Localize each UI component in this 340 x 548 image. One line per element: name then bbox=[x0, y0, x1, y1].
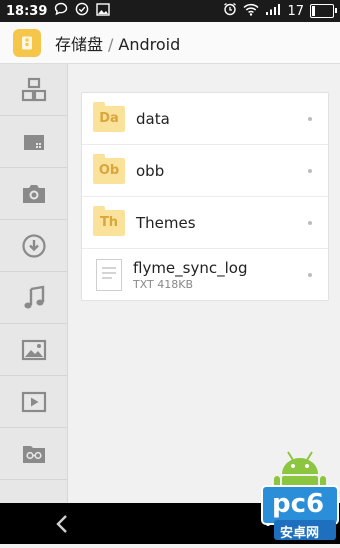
sidebar bbox=[0, 64, 68, 503]
battery-level: 17 bbox=[287, 3, 304, 19]
sidebar-item-video[interactable] bbox=[0, 376, 67, 428]
more-options-icon[interactable] bbox=[308, 117, 312, 121]
folder-icon: Th bbox=[93, 205, 125, 236]
pc6-watermark-logo: pc6 安卓网 bbox=[260, 444, 340, 544]
folder-badge: Da bbox=[99, 111, 119, 126]
watermark-sub-text: 安卓网 bbox=[280, 526, 320, 541]
gallery-icon bbox=[21, 339, 46, 360]
video-icon bbox=[21, 391, 46, 412]
download-icon bbox=[21, 233, 46, 258]
file-row-themes[interactable]: Th Themes bbox=[82, 197, 328, 249]
category-icon bbox=[21, 77, 46, 101]
sidebar-item-download[interactable] bbox=[0, 220, 67, 272]
file-name: obb bbox=[136, 161, 165, 180]
folder-badge: Ob bbox=[98, 163, 120, 178]
back-button[interactable] bbox=[55, 514, 69, 538]
sidebar-item-category[interactable] bbox=[0, 64, 67, 116]
check-circle-icon bbox=[75, 2, 89, 20]
back-arrow-icon bbox=[56, 515, 67, 533]
more-options-icon[interactable] bbox=[308, 169, 312, 173]
title-bar: 存储盘 / Android bbox=[0, 22, 340, 64]
sidebar-item-gallery[interactable] bbox=[0, 324, 67, 376]
sidebar-item-music[interactable] bbox=[0, 272, 67, 324]
battery-fill bbox=[312, 6, 315, 16]
folder-badge: Th bbox=[99, 215, 119, 230]
file-meta: TXT 418KB bbox=[133, 277, 194, 291]
signal-icon bbox=[265, 3, 281, 20]
breadcrumb: 存储盘 / Android bbox=[55, 31, 180, 55]
sidebar-item-camera[interactable] bbox=[0, 168, 67, 220]
alarm-clock-icon bbox=[223, 2, 237, 20]
folder-icon: Da bbox=[93, 101, 125, 132]
status-time: 18:39 bbox=[6, 3, 48, 19]
breadcrumb-separator: / bbox=[108, 34, 114, 54]
file-name: Themes bbox=[136, 213, 196, 232]
file-name: data bbox=[136, 109, 170, 128]
file-row-data[interactable]: Da data bbox=[82, 93, 328, 145]
status-bar: 18:39 17 bbox=[0, 0, 340, 22]
breadcrumb-current: Android bbox=[118, 34, 181, 54]
sidebar-item-sd-card[interactable] bbox=[0, 116, 67, 168]
wifi-icon bbox=[243, 3, 259, 20]
storage-folder-icon[interactable] bbox=[13, 28, 41, 57]
battery-icon bbox=[310, 4, 337, 18]
image-icon bbox=[96, 2, 111, 20]
sd-card-icon bbox=[23, 134, 44, 150]
chat-bubble-icon bbox=[54, 2, 68, 20]
folder-icon: Ob bbox=[93, 153, 125, 184]
sidebar-item-private[interactable] bbox=[0, 428, 67, 480]
more-options-icon[interactable] bbox=[308, 273, 312, 277]
camera-icon bbox=[22, 184, 45, 203]
file-row-flyme-sync-log[interactable]: flyme_sync_log TXT 418KB bbox=[82, 249, 328, 300]
music-icon bbox=[23, 285, 44, 308]
file-row-obb[interactable]: Ob obb bbox=[82, 145, 328, 197]
file-name: flyme_sync_log bbox=[133, 258, 248, 277]
file-list: Da data Ob obb Th Themes flyme_sync_log … bbox=[81, 92, 329, 301]
breadcrumb-root[interactable]: 存储盘 bbox=[55, 35, 103, 54]
text-file-icon bbox=[96, 258, 122, 291]
glasses-folder-icon bbox=[22, 445, 45, 463]
more-options-icon[interactable] bbox=[308, 221, 312, 225]
watermark-logo-text: pc6 bbox=[272, 489, 325, 519]
